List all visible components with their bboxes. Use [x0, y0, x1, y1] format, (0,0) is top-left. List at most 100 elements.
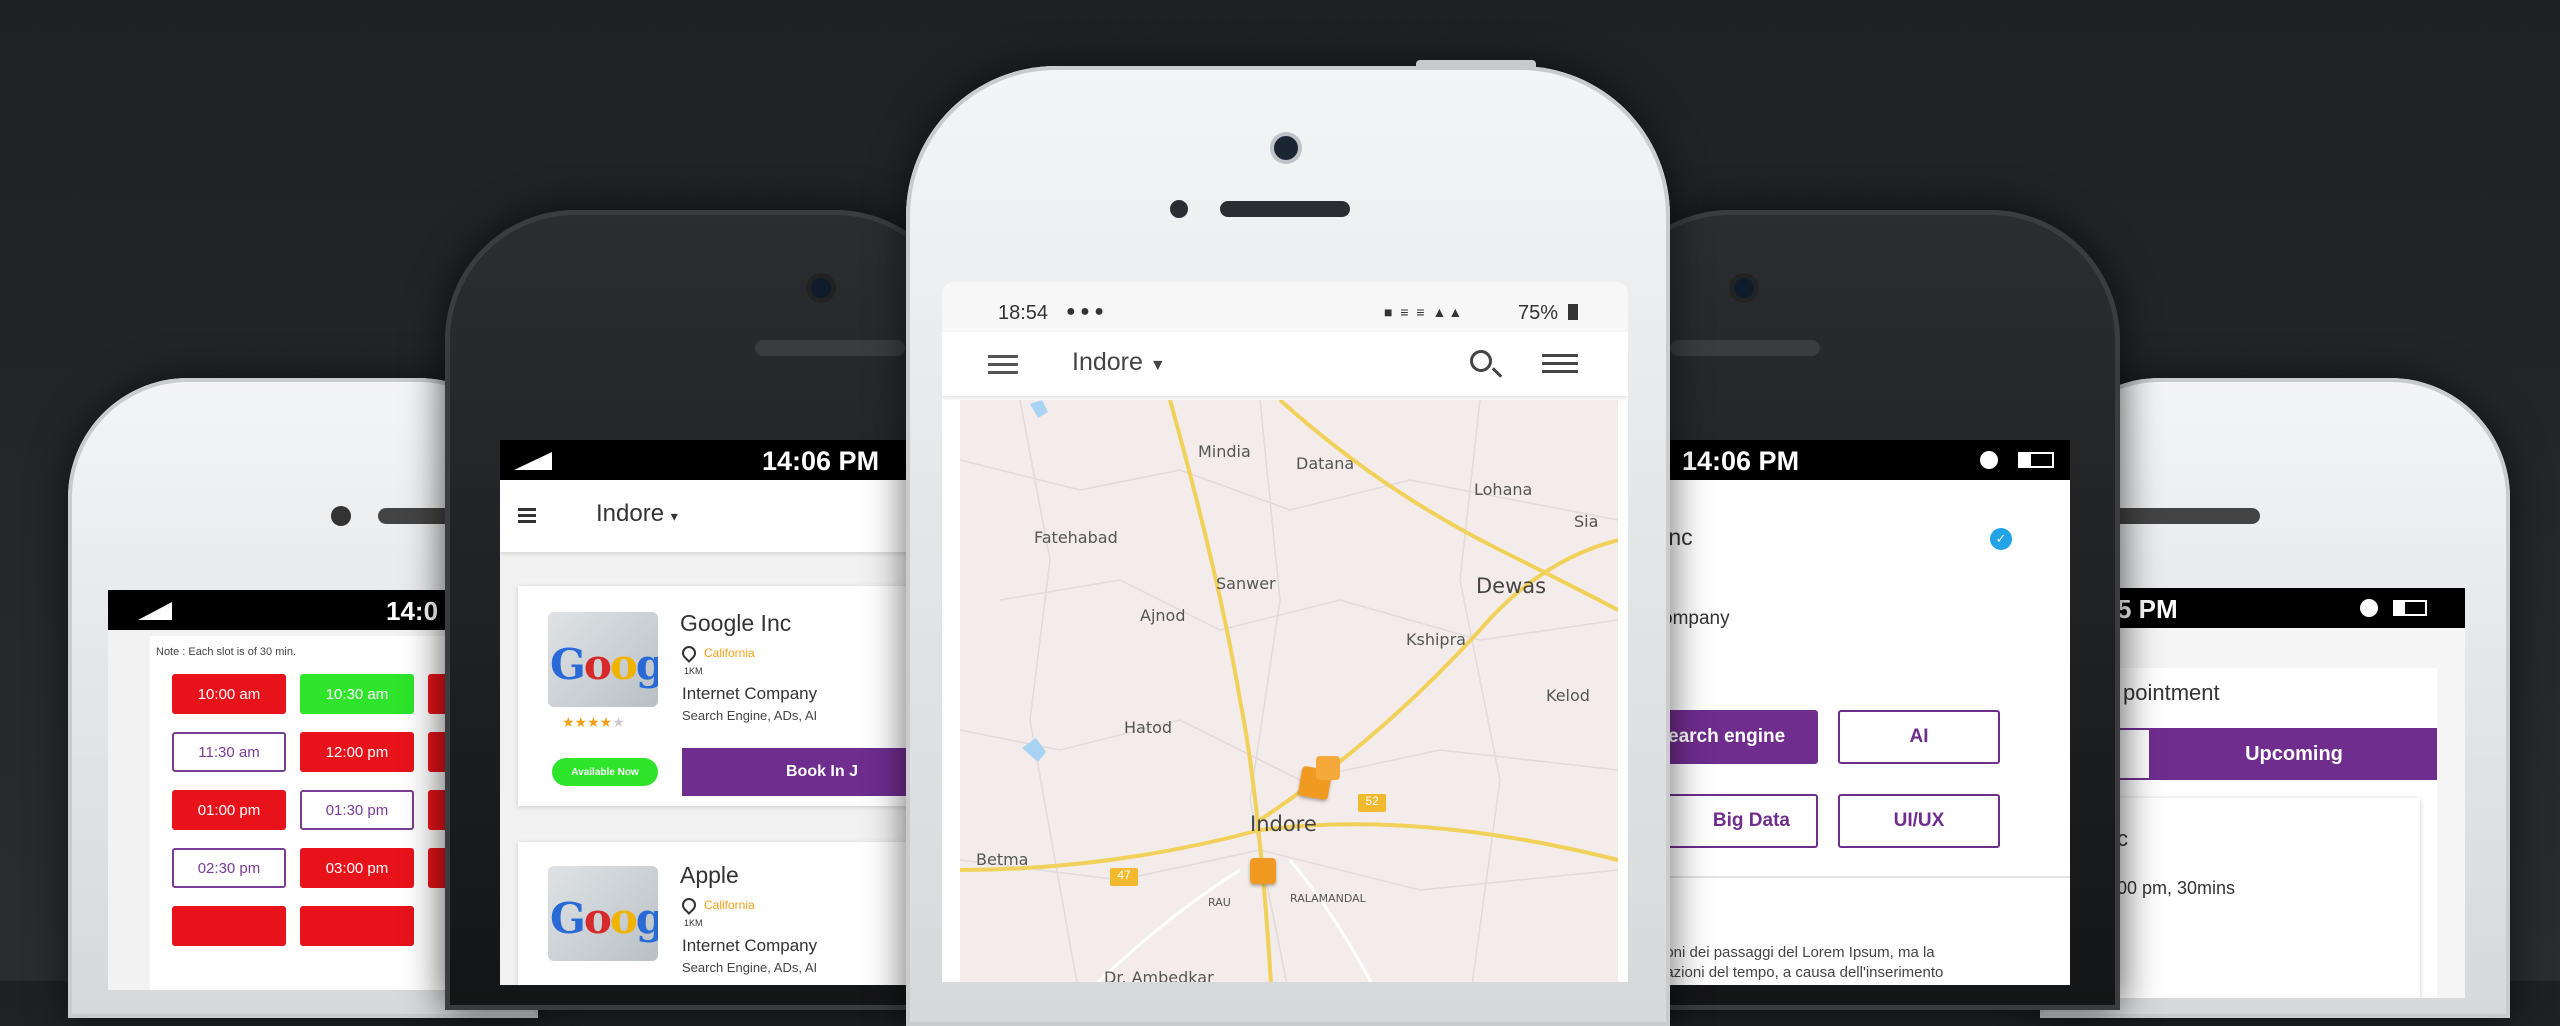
phone2-speaker: [755, 340, 905, 356]
location-pin-icon: [679, 643, 699, 663]
availability-badge: Available Now: [552, 758, 658, 786]
slot-button[interactable]: 01:00 pm: [172, 790, 286, 830]
map-label: Dewas: [1476, 574, 1547, 598]
phone1-status-time: 14:0: [386, 596, 439, 626]
phone2-app-bar: Indore ▾: [500, 480, 940, 552]
chevron-down-icon: ▼: [1149, 357, 1166, 374]
phone4-status-time: 14:06 PM: [1682, 446, 1800, 476]
company-logo: Googl: [548, 612, 658, 707]
map-label: Lohana: [1474, 480, 1533, 499]
phone5-status-time: 5 PM: [2117, 594, 2178, 624]
menu-icon[interactable]: [988, 355, 1018, 374]
alarm-icon: [1980, 451, 1998, 469]
description-line: ioni dei passaggi del Lorem Ipsum, ma la: [1662, 944, 1935, 961]
slot-note: Note : Each slot is of 30 min.: [156, 646, 297, 658]
battery-icon: [2018, 452, 2054, 468]
map-marker-icon[interactable]: [1250, 858, 1276, 884]
map-label: Mindia: [1198, 442, 1251, 461]
menu-icon[interactable]: [518, 508, 536, 523]
slot-button[interactable]: 10:00 am: [172, 674, 286, 714]
map-label: Fatehabad: [1034, 528, 1118, 547]
company-tags: Search Engine, ADs, AI: [682, 708, 818, 723]
phone5-speaker: [2100, 508, 2260, 524]
alarm-icon: [2360, 599, 2378, 617]
tab-upcoming[interactable]: Upcoming: [2151, 728, 2437, 780]
city-name: Indore: [1072, 348, 1143, 376]
map-label: Ajnod: [1140, 606, 1186, 625]
slot-button[interactable]: 12:00 pm: [300, 732, 414, 772]
phone1-front-camera: [331, 506, 351, 526]
company-logo: Googl: [548, 866, 658, 961]
list-view-icon[interactable]: [1542, 354, 1578, 373]
slot-panel: Note : Each slot is of 30 min. 10:00 am …: [150, 636, 448, 990]
tag-chip-selected[interactable]: earch engine: [1660, 710, 1818, 764]
company-location: California: [704, 898, 755, 912]
map-label: Kelod: [1546, 686, 1590, 705]
road-shield: 52: [1358, 794, 1386, 812]
side-button: [1416, 60, 1536, 70]
rating-stars: ★★★★★: [562, 714, 625, 730]
phone3-proximity-sensor: [1170, 200, 1188, 218]
divider: [1660, 876, 2070, 878]
phone2-status-bar: 14:06 PM: [500, 440, 940, 480]
map-label: Datana: [1296, 454, 1355, 473]
tag-chip[interactable]: Big Data: [1660, 794, 1818, 848]
map-label: RAU: [1208, 896, 1231, 909]
appointment-card[interactable]: c 00 pm, 30mins: [2105, 798, 2420, 998]
company-card[interactable]: Googl ★★★★★ Available Now Google Inc Cal…: [518, 586, 940, 806]
company-category: Internet Company: [682, 684, 818, 703]
slot-button[interactable]: 03:00 pm: [300, 848, 414, 888]
company-distance: 1KM: [684, 918, 703, 928]
slot-button[interactable]: [300, 906, 414, 946]
signal-icon: [514, 452, 552, 470]
appointment-panel: pointment Upcoming c 00 pm, 30mins: [2105, 668, 2437, 998]
status-icons: ■ ≡ ≡ ▲▲: [1384, 304, 1465, 320]
book-button[interactable]: Book In J: [682, 748, 940, 796]
phone1-screen: 14:0 Note : Each slot is of 30 min. 10:0…: [108, 590, 448, 990]
map-label: Dr. Ambedkar: [1104, 968, 1214, 982]
battery-icon: [1568, 304, 1578, 320]
phone3-front-camera: [1274, 136, 1298, 160]
slot-button[interactable]: 10:30 am: [300, 674, 414, 714]
battery-percent: 75%: [1518, 302, 1559, 324]
phone2-front-camera: [811, 278, 831, 298]
phone4-screen: 14:06 PM Inc ✓ ompany earch engine AI Bi…: [1620, 440, 2070, 985]
appointment-header: pointment: [2123, 680, 2220, 705]
signal-icon: [138, 602, 172, 620]
phone1-status-bar: 14:0: [108, 590, 448, 630]
company-distance: 1KM: [684, 666, 703, 676]
phone3-app-bar: Indore ▼: [942, 332, 1628, 396]
verified-icon: ✓: [1990, 528, 2012, 550]
map-label: Sanwer: [1216, 574, 1276, 593]
map-label: Betma: [976, 850, 1029, 869]
phone3-status-bar: 18:54 ● ● ● ■ ≡ ≡ ▲▲ 75%: [942, 282, 1628, 332]
tag-chip[interactable]: UI/UX: [1838, 794, 2000, 848]
company-name: Apple: [680, 862, 739, 888]
slot-button[interactable]: [172, 906, 286, 946]
phone2-status-time: 14:06 PM: [762, 446, 880, 476]
phone5-screen: 5 PM pointment Upcoming c 00 pm, 30mins: [2105, 588, 2465, 998]
company-card[interactable]: Googl Apple California 1KM Internet Comp…: [518, 842, 940, 985]
city-selector[interactable]: Indore ▼: [1072, 348, 1166, 377]
slot-button[interactable]: 11:30 am: [172, 732, 286, 772]
city-selector[interactable]: Indore ▾: [596, 500, 678, 528]
company-name: Google Inc: [680, 610, 792, 636]
slot-button[interactable]: 02:30 pm: [172, 848, 286, 888]
tag-chip[interactable]: AI: [1838, 710, 2000, 764]
company-subtitle: ompany: [1662, 608, 1730, 629]
map-view[interactable]: Mindia Datana Lohana Sia Fatehabad Sanwe…: [960, 400, 1618, 982]
slot-button[interactable]: 01:30 pm: [300, 790, 414, 830]
phone3-status-time: 18:54: [998, 302, 1049, 324]
location-pin-icon: [679, 895, 699, 915]
map-marker-icon[interactable]: [1316, 756, 1340, 780]
search-icon[interactable]: [1470, 350, 1503, 378]
appointment-card-detail: 00 pm, 30mins: [2117, 878, 2236, 898]
battery-icon: [2393, 600, 2427, 616]
map-label: Kshipra: [1406, 630, 1466, 649]
phone4-speaker: [1670, 340, 1820, 356]
phone3-speaker: [1220, 201, 1350, 217]
company-location: California: [704, 646, 755, 660]
company-category: Internet Company: [682, 936, 818, 955]
map-label: Indore: [1250, 812, 1317, 836]
city-name: Indore: [596, 500, 665, 527]
